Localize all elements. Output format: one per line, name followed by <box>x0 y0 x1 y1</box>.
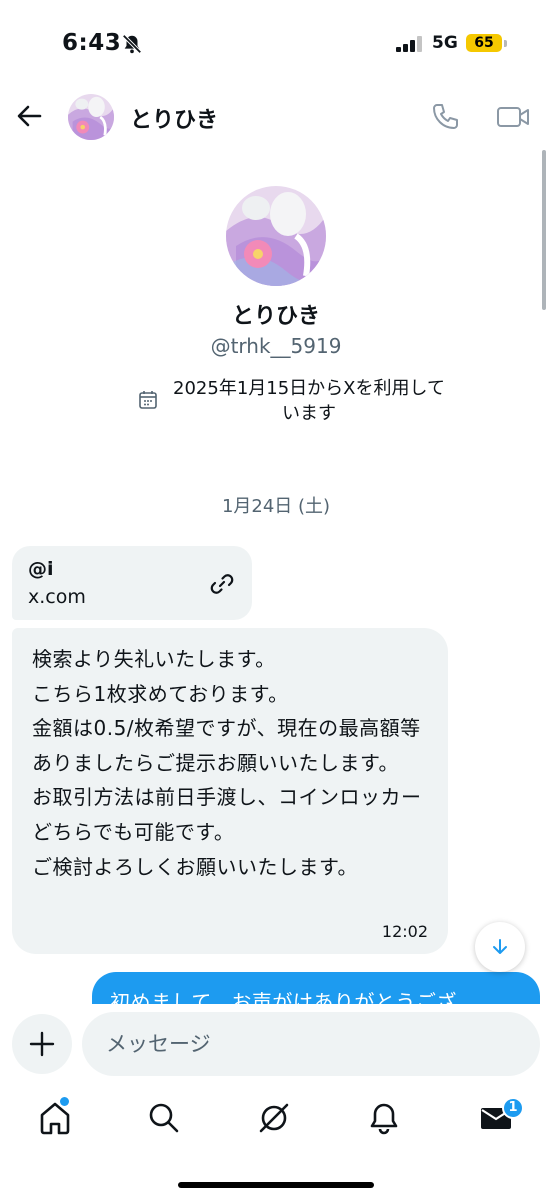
battery-nub <box>504 40 507 47</box>
link-card-message[interactable]: @i x.com <box>12 546 252 620</box>
joined-text: 2025年1月15日からXを利用しています <box>173 378 445 424</box>
date-separator: 1月24日 (土) <box>221 496 331 517</box>
header-avatar[interactable] <box>68 94 114 140</box>
add-attachment-button[interactable] <box>12 1014 72 1074</box>
scroll-to-bottom-button[interactable] <box>475 922 525 972</box>
battery-level: 65 <box>466 34 502 52</box>
messages-badge: 1 <box>502 1097 524 1119</box>
status-bar: 6:43 5G 65 <box>0 0 552 90</box>
scrollbar[interactable] <box>542 150 546 310</box>
message-composer: メッセージ <box>0 1004 552 1084</box>
home-indicator <box>178 1182 374 1188</box>
search-icon <box>149 1103 179 1133</box>
bell-off-icon <box>122 34 142 54</box>
phone-icon[interactable] <box>428 100 462 134</box>
arrow-down-icon <box>493 939 507 954</box>
header-display-name[interactable]: とりひき <box>130 102 218 134</box>
message-timestamp: 12:02 <box>381 922 428 941</box>
profile-avatar[interactable] <box>226 186 326 286</box>
avatar-image <box>68 94 114 140</box>
link-card-domain: x.com <box>28 586 86 608</box>
plus-icon <box>29 1031 55 1057</box>
received-message-bubble[interactable]: 検索より失礼いたします。 こちら1枚求めております。 金額は0.5/枚希望ですが… <box>12 628 448 954</box>
calendar-icon <box>139 391 157 409</box>
bottom-navigation: 1 <box>0 1084 552 1200</box>
status-time: 6:43 <box>62 30 122 56</box>
cellular-signal-icon <box>396 36 422 52</box>
profile-display-name: とりひき <box>231 304 320 329</box>
network-type: 5G <box>432 33 458 53</box>
link-icon[interactable] <box>208 570 236 598</box>
nav-notifications[interactable] <box>366 1100 402 1136</box>
nav-search[interactable] <box>146 1100 182 1136</box>
home-unread-dot <box>60 1097 69 1106</box>
conversation-header: とりひき <box>0 90 552 144</box>
message-input[interactable]: メッセージ <box>82 1012 540 1076</box>
grok-icon <box>259 1103 289 1133</box>
nav-grok[interactable] <box>256 1100 292 1136</box>
home-icon <box>40 1102 70 1135</box>
profile-handle: @trhk__5919 <box>210 334 342 358</box>
video-camera-icon[interactable] <box>494 100 532 134</box>
nav-home[interactable] <box>37 1100 73 1136</box>
avatar-image <box>226 186 326 286</box>
message-text: 検索より失礼いたします。 こちら1枚求めております。 金額は0.5/枚希望ですが… <box>32 647 422 879</box>
notifications-icon <box>370 1103 398 1135</box>
back-arrow-icon[interactable] <box>14 101 44 131</box>
link-card-title: @i <box>28 558 54 580</box>
